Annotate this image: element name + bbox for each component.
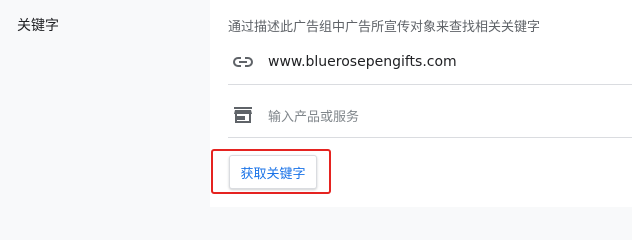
store-icon [232,104,254,126]
keyword-description: 通过描述此广告组中广告所宣传对象来查找相关关键字 [228,20,541,35]
keywords-section: 关键字 通过描述此广告组中广告所宣传对象来查找相关关键字 www.blueros… [0,0,632,207]
website-url-field[interactable]: www.bluerosepengifts.com [228,40,632,85]
section-label-panel: 关键字 [0,0,210,207]
website-url-value: www.bluerosepengifts.com [268,54,457,70]
get-keywords-button[interactable]: 获取关键字 [229,155,317,189]
product-service-input[interactable]: 输入产品或服务 [228,93,632,138]
section-title: 关键字 [17,18,59,34]
link-icon [232,51,254,73]
product-service-placeholder: 输入产品或服务 [268,109,360,125]
